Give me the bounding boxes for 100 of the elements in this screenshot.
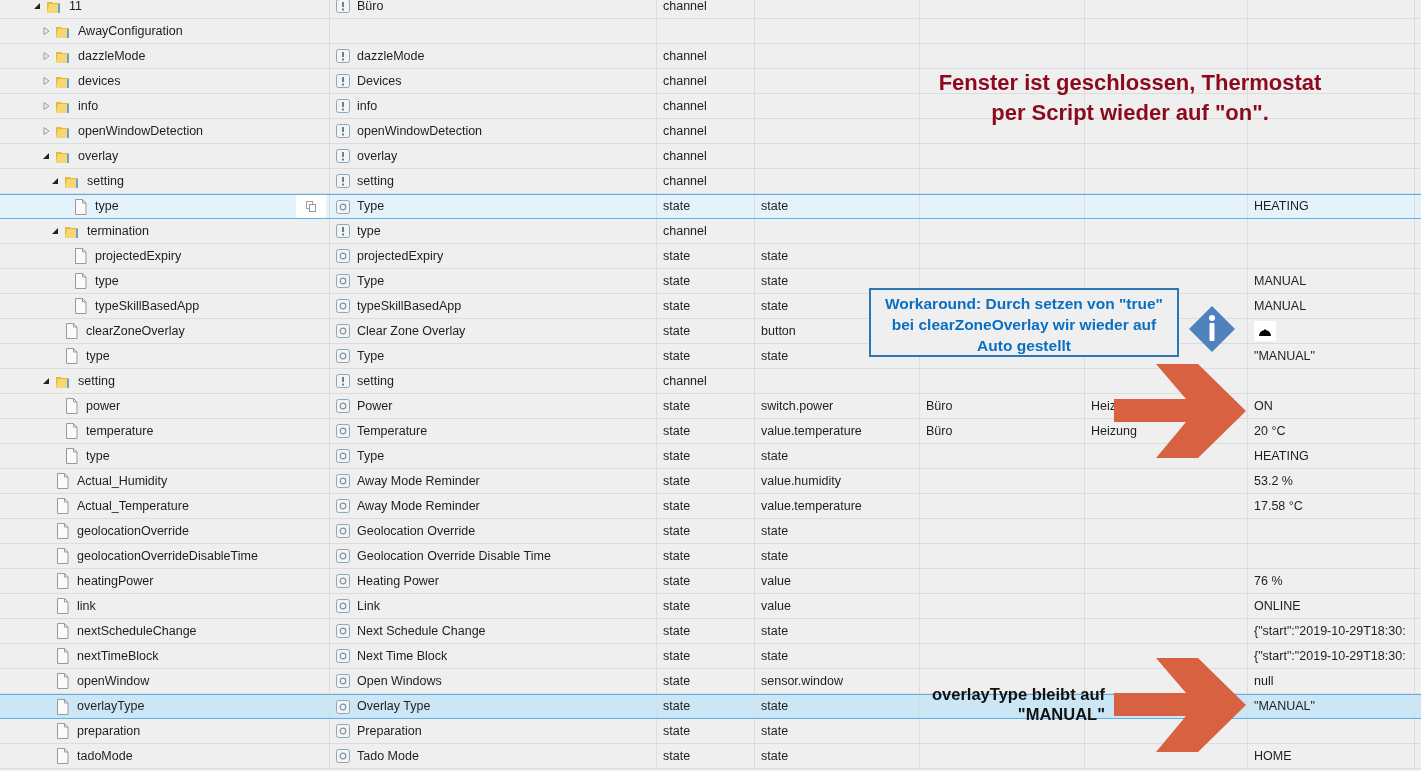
table-cell-text: state bbox=[761, 297, 789, 315]
table-cell-text: setting bbox=[357, 172, 394, 190]
caret-icon bbox=[51, 227, 59, 235]
file-icon bbox=[55, 573, 69, 589]
table-cell-text: state bbox=[663, 698, 691, 716]
table-cell-text: "MANUAL" bbox=[1254, 698, 1315, 716]
file-icon bbox=[55, 748, 69, 764]
file-icon bbox=[55, 698, 69, 715]
table-cell-text: HOME bbox=[1254, 747, 1292, 765]
state-icon bbox=[336, 349, 350, 363]
tree-item-label[interactable]: tadoMode bbox=[77, 746, 133, 766]
tree-item-label[interactable]: nextTimeBlock bbox=[77, 646, 159, 666]
table-cell-text: state bbox=[663, 272, 691, 290]
channel-icon bbox=[336, 99, 350, 113]
table-cell-text: channel bbox=[663, 47, 707, 65]
table-cell-text: sensor.window bbox=[761, 672, 843, 690]
tree-item-label[interactable]: AwayConfiguration bbox=[78, 21, 183, 41]
state-icon bbox=[336, 249, 350, 263]
tree-item-label[interactable]: Actual_Humidity bbox=[77, 471, 168, 491]
copy-button[interactable] bbox=[296, 195, 326, 218]
table-cell-text: typeSkillBasedApp bbox=[357, 297, 462, 315]
tree-item-label[interactable]: type bbox=[95, 197, 119, 216]
table-cell-text: state bbox=[663, 397, 691, 415]
tree-item-label[interactable]: setting bbox=[87, 171, 124, 191]
tree-item-label[interactable]: type bbox=[95, 271, 119, 291]
tree-item-label[interactable]: type bbox=[86, 446, 110, 466]
tree-item-label[interactable]: setting bbox=[78, 371, 115, 391]
tree-item-label[interactable]: openWindow bbox=[77, 671, 150, 691]
file-icon bbox=[64, 323, 78, 339]
table-cell-text: HEATING bbox=[1254, 198, 1309, 216]
folder-icon bbox=[46, 0, 61, 14]
table-cell-text: HEATING bbox=[1254, 447, 1309, 465]
caret-icon bbox=[42, 377, 50, 385]
table-cell-text: value.humidity bbox=[761, 472, 841, 490]
table-cell-text: dazzleMode bbox=[357, 47, 425, 65]
tree-item-label[interactable]: devices bbox=[78, 71, 121, 91]
caret-icon bbox=[42, 152, 50, 160]
tree-item-label[interactable]: nextScheduleChange bbox=[77, 621, 197, 641]
table-cell-text: state bbox=[761, 722, 789, 740]
tree-item-label[interactable]: openWindowDetection bbox=[78, 121, 204, 141]
tree-item-label[interactable]: power bbox=[86, 396, 121, 416]
table-cell-text: state bbox=[761, 272, 789, 290]
table-cell-text: Tado Mode bbox=[357, 747, 419, 765]
table-cell-text: 20 °C bbox=[1254, 422, 1286, 440]
tree-item-label[interactable]: preparation bbox=[77, 721, 141, 741]
state-icon bbox=[336, 749, 350, 763]
file-icon bbox=[55, 523, 69, 539]
table-cell-text: state bbox=[663, 422, 691, 440]
file-icon bbox=[55, 598, 69, 614]
table-cell-text: state bbox=[663, 198, 691, 216]
channel-icon bbox=[336, 374, 350, 388]
table-cell-text: type bbox=[357, 222, 381, 240]
state-icon bbox=[336, 324, 350, 338]
tree-item-label[interactable]: clearZoneOverlay bbox=[86, 321, 185, 341]
tree-item-label[interactable]: overlayType bbox=[77, 697, 145, 716]
arrow-icon bbox=[1114, 658, 1246, 752]
table-cell-text: channel bbox=[663, 372, 707, 390]
tree-item-label[interactable]: typeSkillBasedApp bbox=[95, 296, 200, 316]
table-cell-text: Heizung bbox=[1091, 422, 1137, 440]
tree-item-label[interactable]: link bbox=[77, 596, 96, 616]
tree-item-label[interactable]: type bbox=[86, 346, 110, 366]
state-icon bbox=[336, 724, 350, 738]
state-icon bbox=[336, 474, 350, 488]
table-cell-text: channel bbox=[663, 97, 707, 115]
info-icon bbox=[1188, 305, 1236, 353]
tree-item-label[interactable]: termination bbox=[87, 221, 149, 241]
table-cell-text: Heiz bbox=[1091, 397, 1116, 415]
tree-item-label[interactable]: dazzleMode bbox=[78, 46, 146, 66]
tree-item-label[interactable]: 11 bbox=[69, 0, 82, 16]
tree-item-label[interactable]: overlay bbox=[78, 146, 119, 166]
state-icon bbox=[336, 574, 350, 588]
tree-item-label[interactable]: Actual_Temperature bbox=[77, 496, 189, 516]
table-cell-text: state bbox=[663, 572, 691, 590]
tree-item-label[interactable]: projectedExpiry bbox=[95, 246, 182, 266]
table-cell-text: Büro bbox=[926, 397, 953, 415]
channel-icon bbox=[336, 124, 350, 138]
table-cell-text: state bbox=[761, 547, 789, 565]
table-cell-text: info bbox=[357, 97, 378, 115]
state-icon bbox=[336, 274, 350, 288]
tree-item-label[interactable]: temperature bbox=[86, 421, 154, 441]
file-icon bbox=[64, 448, 78, 464]
state-icon bbox=[336, 649, 350, 663]
caret-icon bbox=[42, 127, 50, 135]
table-cell-text: state bbox=[663, 547, 691, 565]
table-cell-text: Power bbox=[357, 397, 393, 415]
tree-item-label[interactable]: geolocationOverride bbox=[77, 521, 189, 541]
table-cell-text: value.temperature bbox=[761, 497, 862, 515]
tree-item-label[interactable]: heatingPower bbox=[77, 571, 154, 591]
table-cell-text: state bbox=[663, 672, 691, 690]
table-cell-text: ON bbox=[1254, 397, 1273, 415]
table-cell-text: state bbox=[663, 247, 691, 265]
table-cell-text: {"start":"2019-10-29T18:30: bbox=[1254, 622, 1406, 640]
tree-item-label[interactable]: geolocationOverrideDisableTime bbox=[77, 546, 258, 566]
table-cell-text: state bbox=[663, 747, 691, 765]
tree-item-label[interactable]: info bbox=[78, 96, 99, 116]
file-icon bbox=[55, 498, 69, 514]
table-cell-text: Type bbox=[357, 198, 385, 216]
value-button[interactable] bbox=[1254, 321, 1276, 341]
state-icon bbox=[336, 524, 350, 538]
table-cell-text: MANUAL bbox=[1254, 297, 1307, 315]
